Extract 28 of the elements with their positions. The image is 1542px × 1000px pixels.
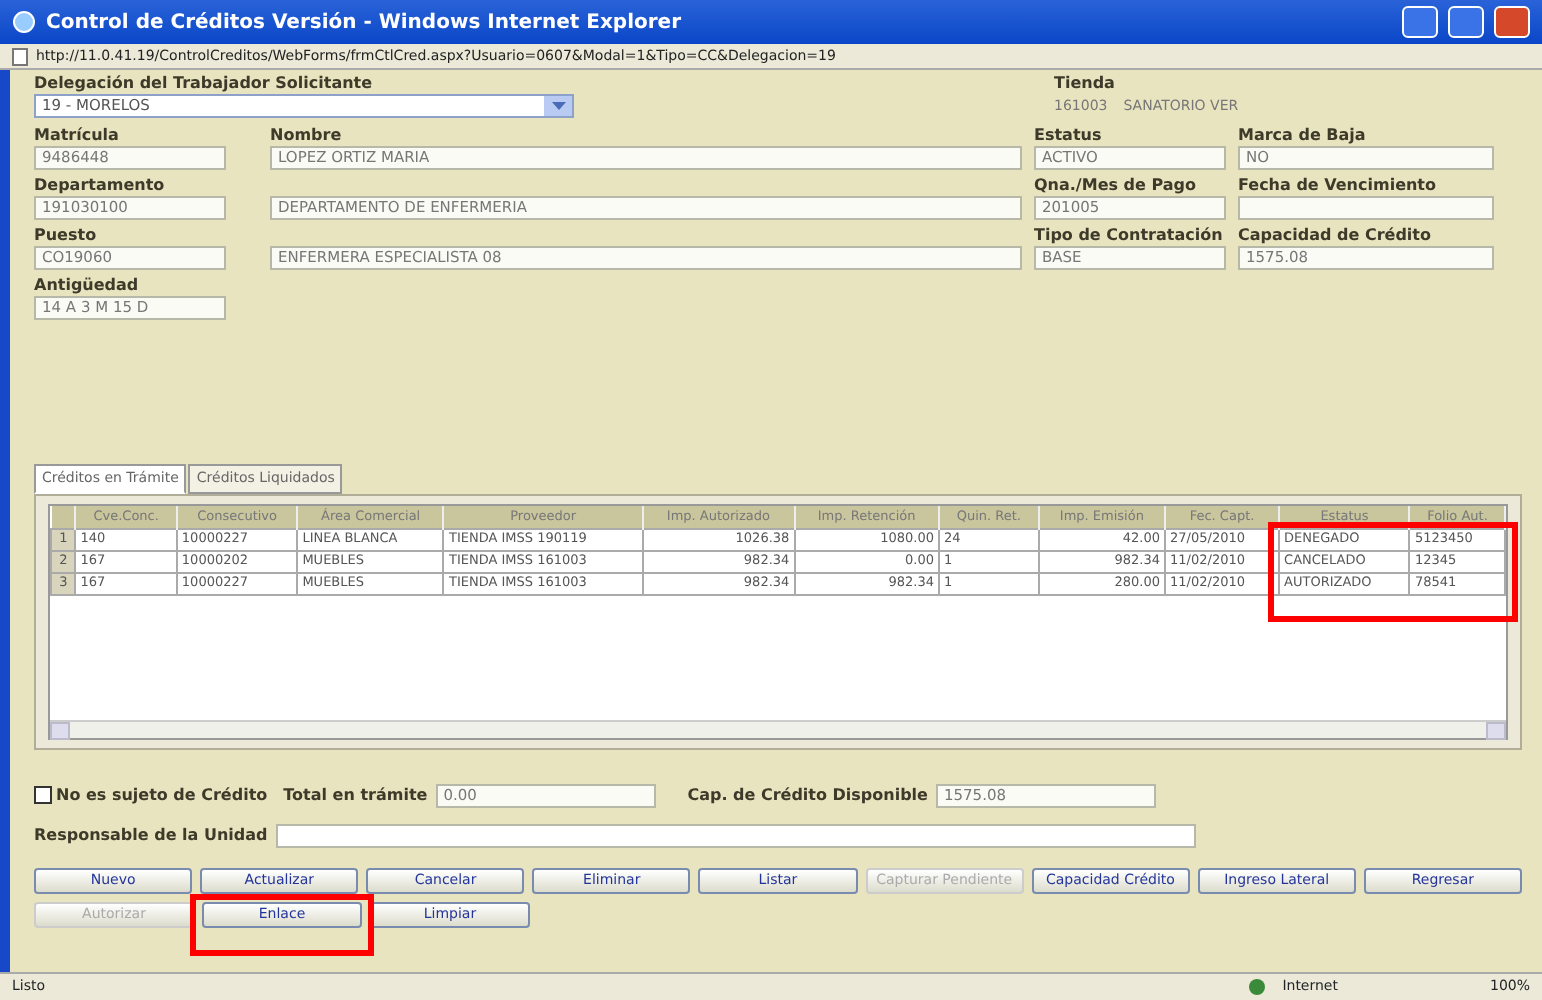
field-label: Tipo de Contratación — [1034, 226, 1225, 246]
globe-icon — [1248, 978, 1267, 996]
field-label: Capacidad de Crédito — [1238, 226, 1433, 246]
field-label: Delegación del Trabajador Solicitante — [34, 74, 375, 94]
field-label: Nombre — [270, 126, 344, 146]
field-label: Marca de Baja — [1238, 126, 1368, 146]
dropdown-arrow-icon — [551, 102, 565, 110]
close-button[interactable] — [1494, 6, 1530, 38]
field-label: Departamento — [34, 176, 167, 196]
field-label: Qna./Mes de Pago — [1034, 176, 1198, 196]
field-label: Tienda — [1054, 74, 1117, 94]
field-label: Fecha de Vencimiento — [1238, 176, 1439, 196]
field-label: Cap. de Crédito Disponible — [687, 785, 928, 805]
field-label: Total en trámite — [283, 785, 428, 805]
field-label: Antigüedad — [34, 276, 141, 296]
window-title: Control de Créditos Versión - Windows Internet Explorer — [46, 9, 684, 37]
checkbox-label: No es sujeto de Crédito — [56, 785, 268, 805]
field-label: Estatus — [1034, 126, 1104, 146]
text-field[interactable] — [275, 823, 1196, 847]
maximize-button[interactable] — [1448, 6, 1484, 38]
page-icon — [12, 47, 28, 65]
field-label: Matrícula — [34, 126, 121, 146]
browser-icon — [12, 10, 36, 34]
field-label: Puesto — [34, 226, 99, 246]
field-label: Responsable de la Unidad — [34, 825, 268, 845]
checkbox[interactable] — [34, 786, 52, 804]
text-field[interactable] — [1238, 196, 1494, 220]
minimize-button[interactable] — [1402, 6, 1438, 38]
